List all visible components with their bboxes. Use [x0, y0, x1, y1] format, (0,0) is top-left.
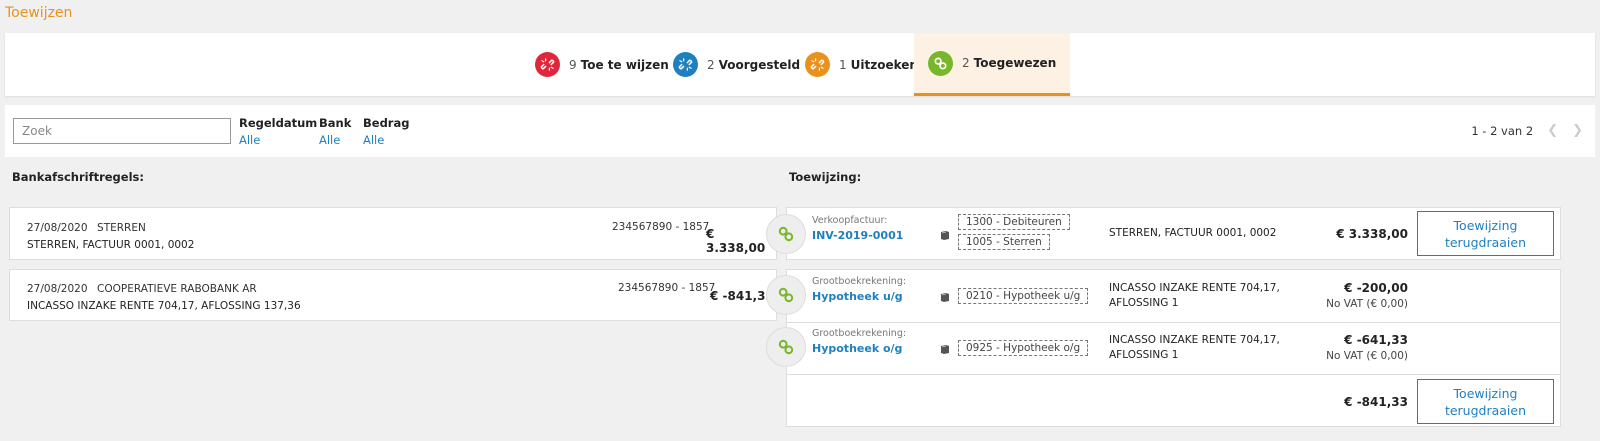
- unlink-icon: [805, 52, 830, 77]
- ledger-tag: 0925 - Hypotheek o/g: [958, 340, 1089, 356]
- filter-label: Regeldatum: [239, 116, 318, 130]
- bank-line-account: 234567890 - 1857: [612, 221, 710, 233]
- assignment-link[interactable]: Hypotheek u/g: [812, 290, 906, 303]
- tab-count: 2: [707, 57, 715, 72]
- filter-value[interactable]: Alle: [319, 133, 351, 147]
- filter-value[interactable]: Alle: [363, 133, 409, 147]
- assignment-row: Verkoopfactuur: INV-2019-0001 1300 - Deb…: [786, 207, 1561, 260]
- ledger-tag: 1300 - Debiteuren: [958, 214, 1070, 230]
- filter-regeldatum[interactable]: Regeldatum Alle: [239, 116, 317, 147]
- page-title: Toewijzen: [5, 5, 73, 21]
- book-icon: [941, 293, 949, 302]
- total-amount: € -841,33: [1344, 395, 1408, 409]
- assignment-description: INCASSO INZAKE RENTE 704,17,: [1109, 334, 1280, 346]
- assignment-amount: € 3.338,00: [1336, 227, 1408, 241]
- bank-line-row[interactable]: 27/08/2020 COOPERATIEVE RABOBANK AR INCA…: [9, 269, 777, 321]
- assignment-amount: € -200,00: [1344, 281, 1408, 295]
- bank-line-name: COOPERATIEVE RABOBANK AR: [97, 283, 257, 295]
- tab-label: Voorgesteld: [718, 57, 801, 72]
- assignment-group: Grootboekrekening: Hypotheek u/g 0210 - …: [786, 269, 1561, 427]
- book-icon: [941, 231, 949, 240]
- tab-label: Uitzoeken: [850, 57, 918, 72]
- filter-label: Bedrag: [363, 116, 410, 130]
- assignment-description: AFLOSSING 1: [1109, 297, 1179, 309]
- bank-lines-title: Bankafschriftregels:: [12, 170, 144, 184]
- bank-line-amount: € -841,33: [710, 289, 774, 303]
- pagination-text: 1 - 2 van 2: [1471, 123, 1534, 138]
- search-input[interactable]: [13, 118, 231, 144]
- ledger-tag: 1005 - Sterren: [958, 234, 1050, 250]
- filter-bedrag[interactable]: Bedrag Alle: [363, 116, 409, 147]
- link-icon: [766, 275, 806, 315]
- chevron-right-icon[interactable]: ❯: [1572, 123, 1583, 138]
- assignment-description: AFLOSSING 1: [1109, 349, 1179, 361]
- assignment-amount: € -641,33: [1344, 333, 1408, 347]
- ledger-tag: 0210 - Hypotheek u/g: [958, 288, 1089, 304]
- assignment-title: Toewijzing:: [789, 170, 862, 184]
- link-icon: [766, 327, 806, 367]
- bank-line-description: INCASSO INZAKE RENTE 704,17, AFLOSSING 1…: [27, 300, 301, 312]
- bank-line-description: STERREN, FACTUUR 0001, 0002: [27, 239, 195, 251]
- revert-assignment-button[interactable]: Toewijzing terugdraaien: [1417, 211, 1554, 256]
- bank-line-account: 234567890 - 1857: [618, 282, 716, 294]
- assignment-type-label: Verkoopfactuur:: [812, 215, 888, 226]
- divider: [787, 322, 1560, 323]
- tab-uitzoeken[interactable]: 1 Uitzoeken: [805, 33, 918, 96]
- vat-text: No VAT (€ 0,00): [1326, 350, 1408, 362]
- unlink-icon: [535, 52, 560, 77]
- tab-count: 1: [839, 57, 847, 72]
- revert-assignment-button[interactable]: Toewijzing terugdraaien: [1417, 379, 1554, 424]
- status-tabs: 9 Toe te wijzen 2 Voorgesteld 1 Uitzoeke…: [5, 33, 1595, 96]
- assignment-description: INCASSO INZAKE RENTE 704,17,: [1109, 282, 1280, 294]
- filter-bar: Regeldatum Alle Bank Alle Bedrag Alle 1 …: [5, 105, 1595, 157]
- book-icon: [941, 345, 949, 354]
- link-icon: [766, 214, 806, 254]
- unlink-icon: [673, 52, 698, 77]
- bank-line-date: 27/08/2020: [27, 222, 88, 234]
- tab-count: 2: [962, 56, 970, 70]
- assignment-link[interactable]: Hypotheek o/g: [812, 342, 906, 355]
- tab-toe-te-wijzen[interactable]: 9 Toe te wijzen: [535, 33, 669, 96]
- vat-text: No VAT (€ 0,00): [1326, 298, 1408, 310]
- filter-label: Bank: [319, 116, 352, 130]
- tab-count: 9: [569, 57, 577, 72]
- assignment-type-label: Grootboekrekening:: [812, 276, 907, 287]
- tab-voorgesteld[interactable]: 2 Voorgesteld: [673, 33, 800, 96]
- assignment-description: STERREN, FACTUUR 0001, 0002: [1109, 227, 1277, 239]
- filter-bank[interactable]: Bank Alle: [319, 116, 351, 147]
- tab-label: Toe te wijzen: [580, 57, 669, 72]
- bank-line-date: 27/08/2020: [27, 283, 88, 295]
- assignment-link[interactable]: INV-2019-0001: [812, 229, 903, 242]
- filter-value[interactable]: Alle: [239, 133, 317, 147]
- divider: [787, 374, 1560, 375]
- chevron-left-icon[interactable]: ❮: [1547, 123, 1558, 138]
- tab-label: Toegewezen: [973, 56, 1057, 70]
- link-icon: [928, 50, 953, 76]
- assignment-type-label: Grootboekrekening:: [812, 328, 907, 339]
- bank-line-row[interactable]: 27/08/2020 STERREN STERREN, FACTUUR 0001…: [9, 207, 777, 260]
- bank-line-name: STERREN: [97, 222, 146, 234]
- pagination: 1 - 2 van 2 ❮ ❯: [1471, 123, 1583, 138]
- tab-toegewezen[interactable]: 2 Toegewezen: [914, 33, 1071, 96]
